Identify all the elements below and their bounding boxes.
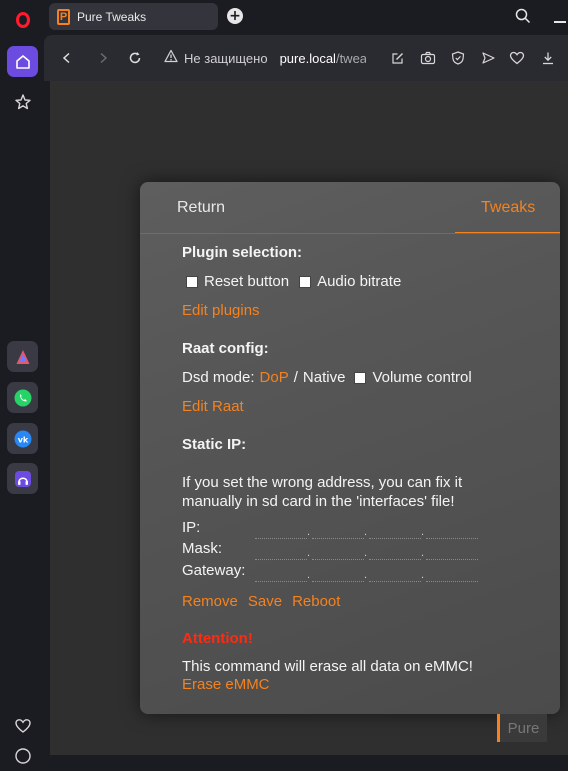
favorite-heart-icon[interactable] [509,50,525,66]
url-field[interactable]: Не защищено pure.local/twea [164,43,568,73]
clock-icon[interactable] [7,740,38,771]
tab-return[interactable]: Return [177,199,225,217]
new-tab-button[interactable]: + [227,8,243,24]
back-icon[interactable] [57,48,77,68]
mask-octet-4[interactable] [426,545,478,560]
url-path: /twea [335,50,366,66]
reset-button-checkbox[interactable] [186,275,198,288]
gateway-octet-2[interactable] [312,567,364,582]
gateway-dot: . [307,569,311,581]
dsd-separator: / [293,369,298,386]
tab-tweaks[interactable]: Tweaks [455,182,560,234]
aria-icon[interactable] [7,341,38,372]
opera-logo-icon[interactable] [7,4,38,35]
heart-icon[interactable] [7,710,38,741]
reboot-button[interactable]: Reboot [292,593,340,610]
vk-icon[interactable]: vk [7,423,38,454]
music-icon[interactable] [7,463,38,494]
erase-emmc-link[interactable]: Erase eMMC [182,676,270,693]
ip-dot: . [307,526,311,538]
minimize-icon[interactable] [554,21,566,23]
dsd-option-dop[interactable]: DoP [260,369,289,386]
save-button[interactable]: Save [248,593,282,610]
address-bar: Не защищено pure.local/twea [44,35,568,81]
tab-title: Pure Tweaks [77,9,147,24]
static-ip-actions: Remove Save Reboot [182,593,340,610]
plugin-selection-heading: Plugin selection: [182,244,303,261]
warning-icon[interactable] [164,49,178,68]
reset-button-label: Reset button [204,273,290,290]
tabs-divider [140,233,560,234]
ip-octet-3[interactable] [369,524,421,539]
star-icon[interactable] [7,86,38,117]
mask-dot: . [307,547,311,559]
mask-label: Mask: [182,540,223,557]
ip-octet-2[interactable] [312,524,364,539]
gateway-dot: . [364,569,368,581]
gateway-label: Gateway: [182,562,246,579]
whatsapp-icon[interactable] [7,382,38,413]
mask-dot: . [364,547,368,559]
search-icon[interactable] [515,8,531,29]
emmc-warning: This command will erase all data on eMMC… [182,658,473,675]
ip-octet-1[interactable] [255,524,307,539]
mask-octet-1[interactable] [255,545,307,560]
plugin-options-row: Reset button Audio bitrate [182,273,401,290]
mask-octet-3[interactable] [369,545,421,560]
download-icon[interactable] [540,50,556,66]
static-ip-heading: Static IP: [182,436,247,453]
svg-text:vk: vk [17,435,28,444]
shield-icon[interactable] [450,50,466,66]
gateway-octet-1[interactable] [255,567,307,582]
security-warning-text: Не защищено [184,50,268,66]
send-icon[interactable] [480,50,496,66]
ip-dot: . [364,526,368,538]
home-icon[interactable] [7,46,38,77]
audio-bitrate-label: Audio bitrate [317,273,402,290]
tab-tweaks-label: Tweaks [481,199,536,216]
remove-button[interactable]: Remove [182,593,238,610]
tweaks-dialog: Return Tweaks Plugin selection: Reset bu… [140,182,560,714]
ip-label: IP: [182,519,201,536]
attention-heading: Attention! [182,630,253,647]
browser-sidebar: vk [0,0,44,764]
mask-dot: . [421,547,425,559]
edit-icon[interactable] [390,50,406,66]
ip-octet-4[interactable] [426,524,478,539]
favicon-icon: P [57,8,70,25]
dialog-tabs: Return Tweaks [140,182,560,234]
url-host: pure.local [279,50,336,66]
edit-plugins-link[interactable]: Edit plugins [182,302,260,319]
dsd-mode-label: Dsd mode: [182,369,255,386]
camera-icon[interactable] [420,50,436,66]
gateway-octet-3[interactable] [369,567,421,582]
pure-tag[interactable]: Pure [497,714,547,742]
gateway-dot: . [421,569,425,581]
volume-control-checkbox[interactable] [354,371,367,384]
dsd-mode-row: Dsd mode: DoP / Native Volume control [182,369,472,386]
mask-octet-2[interactable] [312,545,364,560]
static-ip-warning: If you set the wrong address, you can fi… [182,474,463,510]
reload-icon[interactable] [125,48,145,68]
volume-control-label: Volume control [372,369,472,386]
gateway-octet-4[interactable] [426,567,478,582]
raat-config-heading: Raat config: [182,340,269,357]
tab-pure-tweaks[interactable]: P Pure Tweaks [49,3,218,30]
edit-raat-link[interactable]: Edit Raat [182,398,244,415]
tab-bar: P Pure Tweaks + [44,0,568,35]
dsd-option-native[interactable]: Native [303,369,346,386]
url-text: pure.local/twea [280,51,366,66]
forward-icon[interactable] [93,48,113,68]
audio-bitrate-checkbox[interactable] [299,275,312,288]
ip-dot: . [421,526,425,538]
